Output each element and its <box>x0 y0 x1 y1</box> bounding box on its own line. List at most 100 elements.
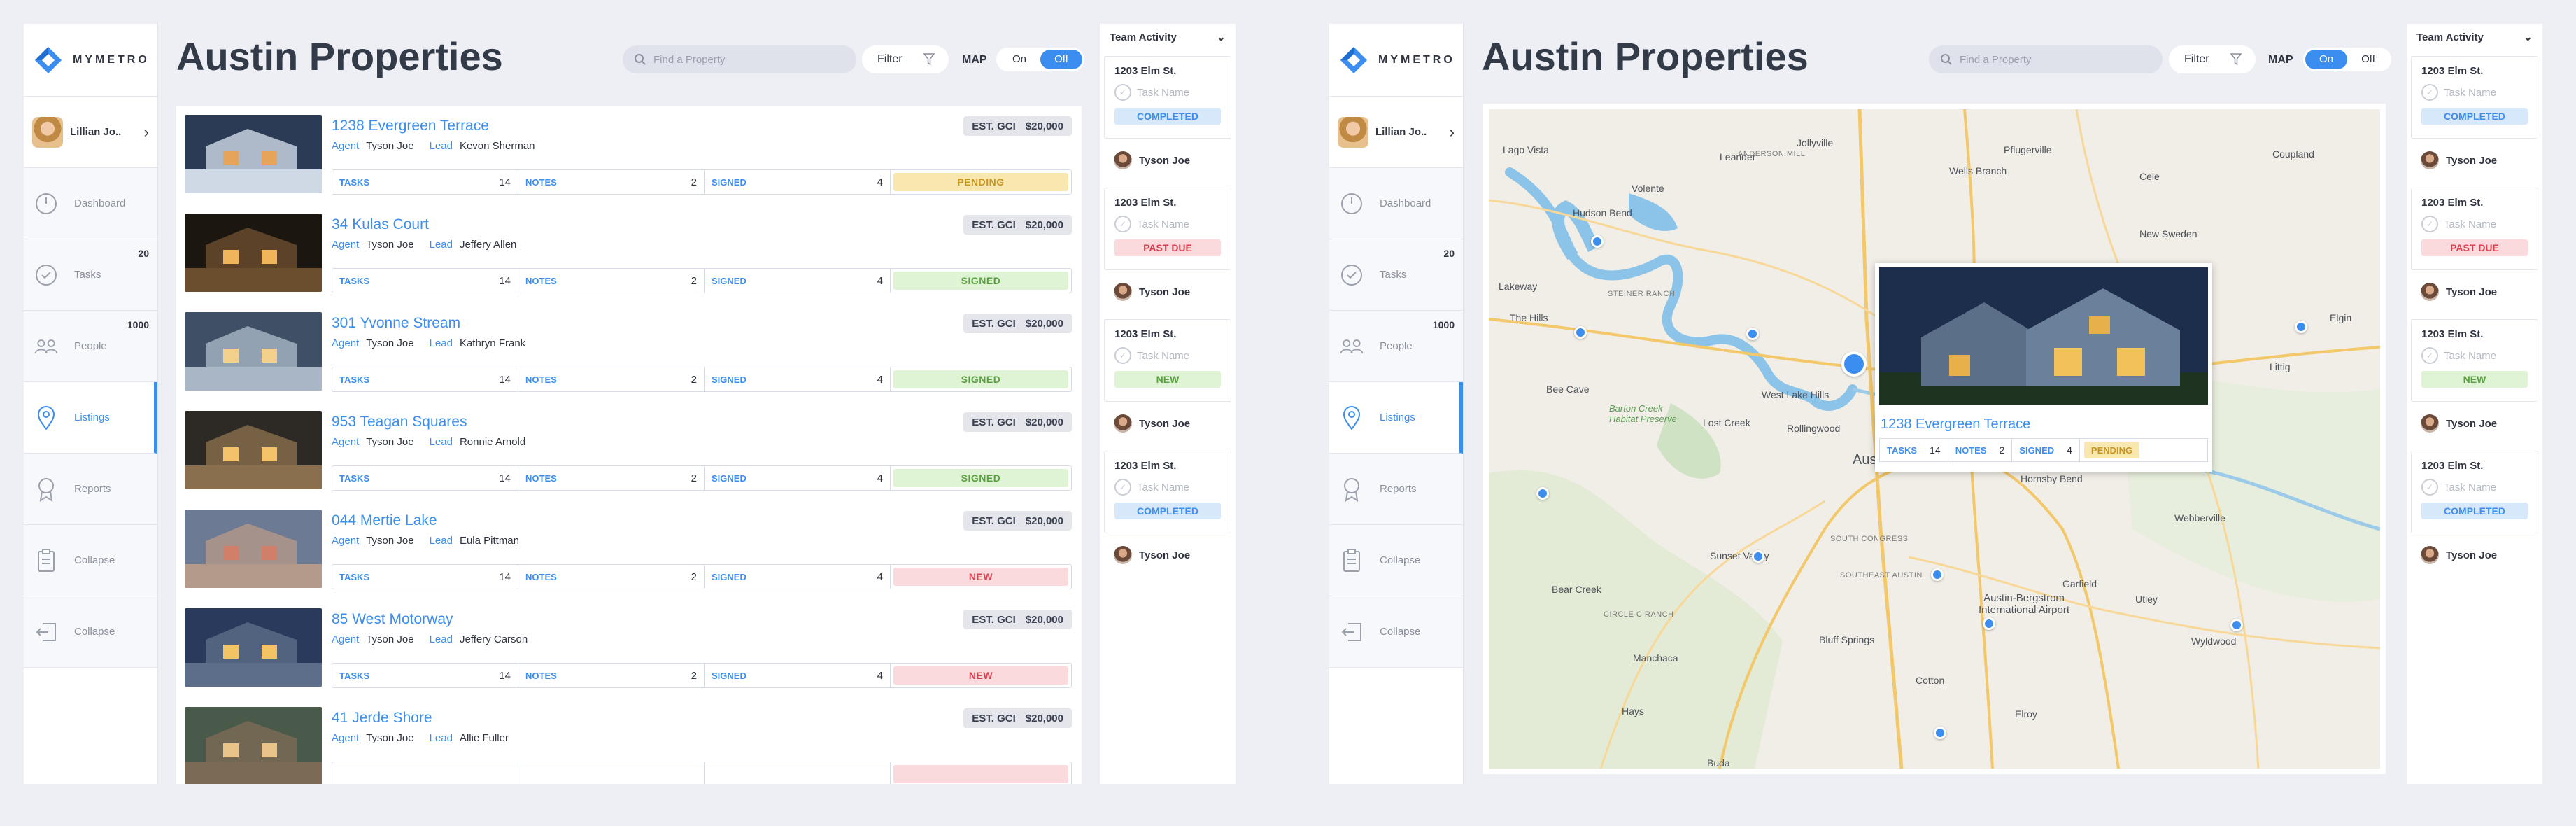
check-circle-icon[interactable]: ✓ <box>2421 216 2438 232</box>
map-toggle[interactable]: On Off <box>2303 48 2391 71</box>
check-circle-icon[interactable]: ✓ <box>2421 479 2438 496</box>
signed-stat[interactable]: SIGNED 4 <box>705 565 891 589</box>
check-circle-icon[interactable]: ✓ <box>2421 84 2438 101</box>
sidebar-item-tasks[interactable]: Tasks 20 <box>1329 239 1463 311</box>
lead-name[interactable]: Jeffery Carson <box>460 634 528 645</box>
map-listing-popup[interactable]: 1238 Evergreen Terrace TASKS 14 NOTES 2 SI… <box>1875 263 2212 472</box>
agent-name[interactable]: Tyson Joe <box>366 436 413 448</box>
tasks-stat[interactable] <box>332 762 518 784</box>
filter-button[interactable]: Filter <box>2169 46 2256 74</box>
sidebar-item-tasks[interactable]: Tasks 20 <box>24 239 157 311</box>
team-activity-header[interactable]: Team Activity ⌄ <box>2407 24 2542 50</box>
listing-name-link[interactable]: 41 Jerde Shore <box>332 710 1072 727</box>
listing-name-link[interactable]: 301 Yvonne Stream <box>332 315 1072 332</box>
activity-task[interactable]: ✓ Task Name <box>1114 347 1221 364</box>
tasks-stat[interactable]: TASKS 14 <box>332 664 518 687</box>
map-pin[interactable] <box>1536 487 1549 500</box>
listing-row[interactable]: 34 Kulas Court EST. GCI $20,000 Agent Tyson … <box>176 205 1082 304</box>
team-activity-header[interactable]: Team Activity ⌄ <box>1100 24 1236 50</box>
notes-stat[interactable]: NOTES 2 <box>518 466 705 490</box>
sidebar-item-collapse[interactable]: Collapse <box>1329 596 1463 668</box>
tasks-stat[interactable]: TASKS 14 <box>332 466 518 490</box>
activity-user[interactable]: Tyson Joe <box>1100 139 1236 182</box>
listing-name-link[interactable]: 1238 Evergreen Terrace <box>332 118 1072 134</box>
agent-name[interactable]: Tyson Joe <box>366 634 413 645</box>
activity-user[interactable]: Tyson Joe <box>2407 533 2542 577</box>
activity-task[interactable]: ✓ Task Name <box>1114 84 1221 101</box>
activity-task[interactable]: ✓ Task Name <box>1114 479 1221 496</box>
signed-stat[interactable]: SIGNED 4 <box>705 368 891 391</box>
sidebar-item-dashboard[interactable]: Dashboard <box>24 168 157 239</box>
signed-stat[interactable]: SIGNED 4 <box>705 664 891 687</box>
popup-listing-name[interactable]: 1238 Evergreen Terrace <box>1881 416 2208 433</box>
notes-stat[interactable]: NOTES 2 <box>518 368 705 391</box>
sidebar-item-collapse[interactable]: Collapse <box>24 596 157 668</box>
activity-task[interactable]: ✓ Task Name <box>2421 479 2528 496</box>
sidebar-item-collapse[interactable]: Collapse <box>24 525 157 596</box>
agent-name[interactable]: Tyson Joe <box>366 732 413 744</box>
lead-name[interactable]: Eula Pittman <box>460 535 519 547</box>
activity-card[interactable]: 1203 Elm St. ✓ Task Name COMPLETED <box>1104 451 1231 533</box>
notes-stat[interactable]: NOTES 2 <box>518 170 705 194</box>
agent-name[interactable]: Tyson Joe <box>366 535 413 547</box>
map-pin[interactable] <box>1983 617 1995 630</box>
signed-stat[interactable]: SIGNED 4 <box>705 466 891 490</box>
lead-name[interactable]: Allie Fuller <box>460 732 509 744</box>
check-circle-icon[interactable]: ✓ <box>1114 479 1131 496</box>
activity-card[interactable]: 1203 Elm St. ✓ Task Name COMPLETED <box>2411 56 2538 139</box>
map-toggle-on[interactable]: On <box>2305 50 2347 69</box>
map-pin[interactable] <box>2230 619 2243 631</box>
activity-task[interactable]: ✓ Task Name <box>2421 84 2528 101</box>
signed-stat[interactable] <box>705 762 891 784</box>
map-pin[interactable] <box>1752 550 1764 563</box>
listing-row[interactable]: 044 Mertie Lake EST. GCI $20,000 Agent Tyson… <box>176 501 1082 600</box>
listing-row[interactable]: 301 Yvonne Stream EST. GCI $20,000 Agent Tys… <box>176 304 1082 402</box>
tasks-stat[interactable]: TASKS 14 <box>332 170 518 194</box>
notes-stat[interactable]: NOTES 2 <box>518 664 705 687</box>
check-circle-icon[interactable]: ✓ <box>1114 84 1131 101</box>
sidebar-item-collapse[interactable]: Collapse <box>1329 525 1463 596</box>
agent-name[interactable]: Tyson Joe <box>366 140 413 152</box>
filter-button[interactable]: Filter <box>862 46 949 74</box>
activity-card[interactable]: 1203 Elm St. ✓ Task Name COMPLETED <box>2411 451 2538 533</box>
activity-user[interactable]: Tyson Joe <box>1100 402 1236 445</box>
tasks-stat[interactable]: TASKS 14 <box>332 269 518 293</box>
tasks-stat[interactable]: TASKS 14 <box>332 368 518 391</box>
activity-user[interactable]: Tyson Joe <box>1100 270 1236 314</box>
signed-stat[interactable]: SIGNED 4 <box>705 170 891 194</box>
map-pin[interactable] <box>1931 568 1944 581</box>
activity-card[interactable]: 1203 Elm St. ✓ Task Name PAST DUE <box>1104 188 1231 270</box>
activity-user[interactable]: Tyson Joe <box>1100 533 1236 577</box>
map-toggle-off[interactable]: Off <box>2347 50 2389 69</box>
map-pin[interactable] <box>2295 321 2307 333</box>
user-menu[interactable]: Lillian Jo.. › <box>24 97 157 168</box>
lead-name[interactable]: Kathryn Frank <box>460 337 525 349</box>
listing-row[interactable]: 41 Jerde Shore EST. GCI $20,000 Agent Tyson … <box>176 699 1082 784</box>
search-input[interactable] <box>623 46 856 74</box>
notes-stat[interactable]: NOTES 2 <box>518 269 705 293</box>
lead-name[interactable]: Jeffery Allen <box>460 239 516 251</box>
check-circle-icon[interactable]: ✓ <box>1114 216 1131 232</box>
activity-card[interactable]: 1203 Elm St. ✓ Task Name NEW <box>1104 319 1231 402</box>
activity-card[interactable]: 1203 Elm St. ✓ Task Name NEW <box>2411 319 2538 402</box>
logo[interactable]: MYMETRO <box>1329 24 1463 97</box>
agent-name[interactable]: Tyson Joe <box>366 337 413 349</box>
logo[interactable]: MYMETRO <box>24 24 157 97</box>
listing-name-link[interactable]: 953 Teagan Squares <box>332 414 1072 430</box>
listing-name-link[interactable]: 044 Mertie Lake <box>332 512 1072 529</box>
activity-task[interactable]: ✓ Task Name <box>2421 216 2528 232</box>
map[interactable]: Leander Jollyville Wells Branch Pflugervill… <box>1489 109 2380 769</box>
agent-name[interactable]: Tyson Joe <box>366 239 413 251</box>
listing-name-link[interactable]: 85 West Motorway <box>332 611 1072 628</box>
search-input[interactable] <box>1929 46 2163 74</box>
map-toggle-on[interactable]: On <box>998 50 1040 69</box>
sidebar-item-reports[interactable]: Reports <box>24 454 157 525</box>
activity-user[interactable]: Tyson Joe <box>2407 270 2542 314</box>
activity-task[interactable]: ✓ Task Name <box>2421 347 2528 364</box>
map-toggle[interactable]: On Off <box>996 48 1084 71</box>
activity-card[interactable]: 1203 Elm St. ✓ Task Name COMPLETED <box>1104 56 1231 139</box>
search-field[interactable] <box>653 53 835 66</box>
sidebar-item-people[interactable]: People 1000 <box>1329 311 1463 382</box>
sidebar-item-reports[interactable]: Reports <box>1329 454 1463 525</box>
map-pin[interactable] <box>1934 727 1946 739</box>
